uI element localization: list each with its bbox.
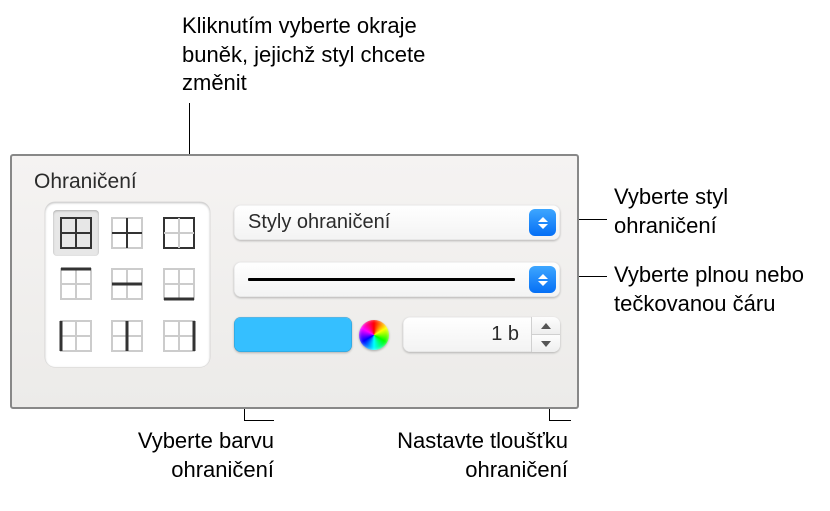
color-wheel-icon[interactable] xyxy=(359,320,389,350)
border-top-icon[interactable] xyxy=(53,262,99,308)
stepper-down-button[interactable] xyxy=(532,335,560,352)
border-inner-v-icon[interactable] xyxy=(105,313,151,359)
chevron-updown-icon xyxy=(529,266,556,293)
border-thickness-stepper[interactable]: 1 b xyxy=(403,317,560,352)
thickness-value: 1 b xyxy=(403,317,531,352)
callout-border-grid: Kliknutím vyberte okraje buněk, jejichž … xyxy=(182,12,452,98)
callout-style: Vyberte styl ohraničení xyxy=(614,183,824,240)
border-edge-grid xyxy=(45,202,210,367)
chevron-updown-icon xyxy=(529,209,556,236)
border-panel: Ohraničení Styly ohraničen xyxy=(10,154,579,409)
solid-line-icon xyxy=(248,278,515,281)
stepper-up-button[interactable] xyxy=(532,317,560,335)
border-left-icon[interactable] xyxy=(53,313,99,359)
border-all-icon[interactable] xyxy=(53,210,99,256)
border-inner-h-icon[interactable] xyxy=(105,262,151,308)
border-bottom-icon[interactable] xyxy=(156,262,202,308)
border-style-dropdown[interactable]: Styly ohraničení xyxy=(234,205,560,240)
line-type-dropdown[interactable] xyxy=(234,262,560,297)
leader-line xyxy=(244,420,274,421)
leader-line xyxy=(549,420,571,421)
callout-line-type: Vyberte plnou nebo tečkovanou čáru xyxy=(614,261,830,318)
border-color-swatch[interactable] xyxy=(234,317,352,352)
border-inner-icon[interactable] xyxy=(105,210,151,256)
panel-title: Ohraničení xyxy=(34,170,137,194)
border-right-icon[interactable] xyxy=(156,313,202,359)
callout-thickness: Nastavte tloušťku ohraničení xyxy=(338,427,568,484)
callout-color: Vyberte barvu ohraničení xyxy=(54,427,274,484)
border-style-label: Styly ohraničení xyxy=(234,211,529,234)
stepper-buttons xyxy=(531,317,560,352)
border-outer-icon[interactable] xyxy=(156,210,202,256)
